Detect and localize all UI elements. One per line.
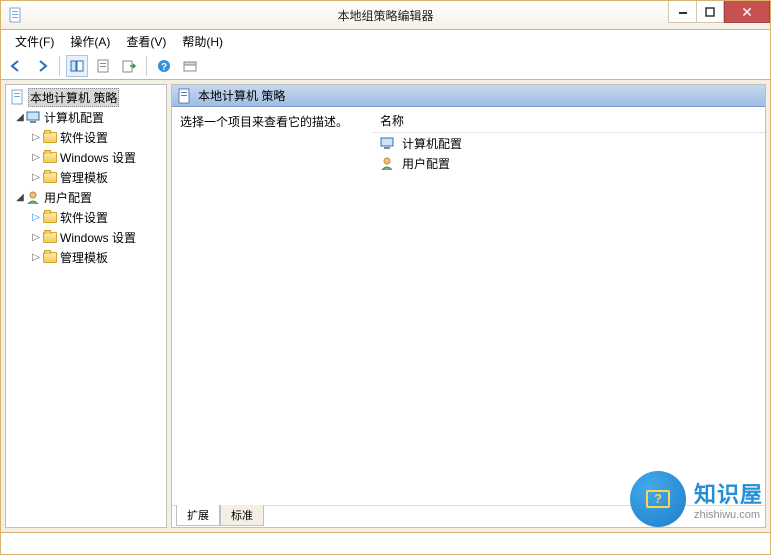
menu-view[interactable]: 查看(V) — [118, 31, 174, 52]
tree-label: Windows 设置 — [60, 149, 136, 166]
tree-label: Windows 设置 — [60, 229, 136, 246]
menu-help[interactable]: 帮助(H) — [174, 31, 231, 52]
tree-user-config[interactable]: ◢ 用户配置 — [6, 187, 166, 207]
details-body: 选择一个项目来查看它的描述。 名称 计算机配置 用户配置 — [172, 107, 765, 505]
expand-icon[interactable]: ▷ — [30, 252, 42, 263]
back-button[interactable] — [5, 55, 27, 77]
tree-windows-settings[interactable]: ▷ Windows 设置 — [6, 227, 166, 247]
details-header: 本地计算机 策略 — [172, 85, 765, 107]
window-controls: ✕ — [668, 1, 770, 23]
maximize-button[interactable] — [696, 1, 724, 23]
user-icon — [380, 155, 396, 171]
tree-root-label: 本地计算机 策略 — [28, 88, 119, 107]
window-title: 本地组策略编辑器 — [337, 7, 433, 24]
computer-icon — [380, 135, 396, 151]
folder-icon — [42, 229, 58, 245]
tree-admin-templates[interactable]: ▷ 管理模板 — [6, 167, 166, 187]
tree-windows-settings[interactable]: ▷ Windows 设置 — [6, 147, 166, 167]
tree-label: 软件设置 — [60, 129, 108, 146]
filter-button[interactable] — [179, 55, 201, 77]
tree-root[interactable]: 本地计算机 策略 — [6, 87, 166, 107]
policy-icon — [178, 88, 192, 104]
details-panel: 本地计算机 策略 选择一个项目来查看它的描述。 名称 计算机配置 用户配置 扩展… — [171, 84, 766, 528]
policy-icon — [10, 89, 26, 105]
tree-computer-config[interactable]: ◢ 计算机配置 — [6, 107, 166, 127]
toolbar-separator — [146, 56, 147, 76]
properties-button[interactable] — [92, 55, 114, 77]
forward-button[interactable] — [31, 55, 53, 77]
app-icon — [9, 7, 23, 23]
expand-icon[interactable]: ▷ — [30, 172, 42, 183]
main-area: 本地计算机 策略 ◢ 计算机配置 ▷ 软件设置 ▷ Windows 设置 ▷ 管… — [0, 80, 771, 533]
export-button[interactable] — [118, 55, 140, 77]
expand-icon[interactable]: ▷ — [30, 212, 42, 223]
tab-standard[interactable]: 标准 — [220, 505, 264, 526]
list-item-user-config[interactable]: 用户配置 — [372, 153, 765, 173]
list-item-computer-config[interactable]: 计算机配置 — [372, 133, 765, 153]
expand-icon[interactable]: ▷ — [30, 132, 42, 143]
help-button[interactable]: ? — [153, 55, 175, 77]
list-column: 名称 计算机配置 用户配置 — [372, 107, 765, 505]
tree-software-settings[interactable]: ▷ 软件设置 — [6, 207, 166, 227]
minimize-button[interactable] — [668, 1, 696, 23]
status-bar — [0, 533, 771, 555]
folder-icon — [42, 209, 58, 225]
svg-text:?: ? — [161, 62, 167, 73]
close-button[interactable]: ✕ — [724, 1, 770, 23]
list-item-label: 用户配置 — [402, 155, 450, 172]
show-hide-tree-button[interactable] — [66, 55, 88, 77]
tree-admin-templates[interactable]: ▷ 管理模板 — [6, 247, 166, 267]
tab-extended[interactable]: 扩展 — [176, 505, 220, 526]
tree-label: 管理模板 — [60, 249, 108, 266]
folder-icon — [42, 249, 58, 265]
title-bar: 本地组策略编辑器 ✕ — [0, 0, 771, 30]
bottom-tabs: 扩展 标准 — [172, 505, 765, 527]
folder-icon — [42, 149, 58, 165]
tree-label: 管理模板 — [60, 169, 108, 186]
menu-file[interactable]: 文件(F) — [7, 31, 62, 52]
list-item-label: 计算机配置 — [402, 135, 462, 152]
computer-icon — [26, 109, 42, 125]
tree-panel[interactable]: 本地计算机 策略 ◢ 计算机配置 ▷ 软件设置 ▷ Windows 设置 ▷ 管… — [5, 84, 167, 528]
folder-icon — [42, 169, 58, 185]
description-text: 选择一个项目来查看它的描述。 — [180, 113, 364, 130]
expand-icon[interactable]: ◢ — [14, 192, 26, 203]
tree-label: 计算机配置 — [44, 109, 104, 126]
tree-label: 用户配置 — [44, 189, 92, 206]
tree-label: 软件设置 — [60, 209, 108, 226]
column-header-name[interactable]: 名称 — [372, 109, 765, 133]
folder-icon — [42, 129, 58, 145]
expand-icon[interactable]: ▷ — [30, 232, 42, 243]
expand-icon[interactable]: ▷ — [30, 152, 42, 163]
menu-action[interactable]: 操作(A) — [62, 31, 118, 52]
description-column: 选择一个项目来查看它的描述。 — [172, 107, 372, 505]
details-header-title: 本地计算机 策略 — [198, 87, 285, 104]
user-icon — [26, 189, 42, 205]
toolbar-separator — [59, 56, 60, 76]
expand-icon[interactable]: ◢ — [14, 112, 26, 123]
tree-software-settings[interactable]: ▷ 软件设置 — [6, 127, 166, 147]
menu-bar: 文件(F) 操作(A) 查看(V) 帮助(H) — [0, 30, 771, 52]
toolbar: ? — [0, 52, 771, 80]
